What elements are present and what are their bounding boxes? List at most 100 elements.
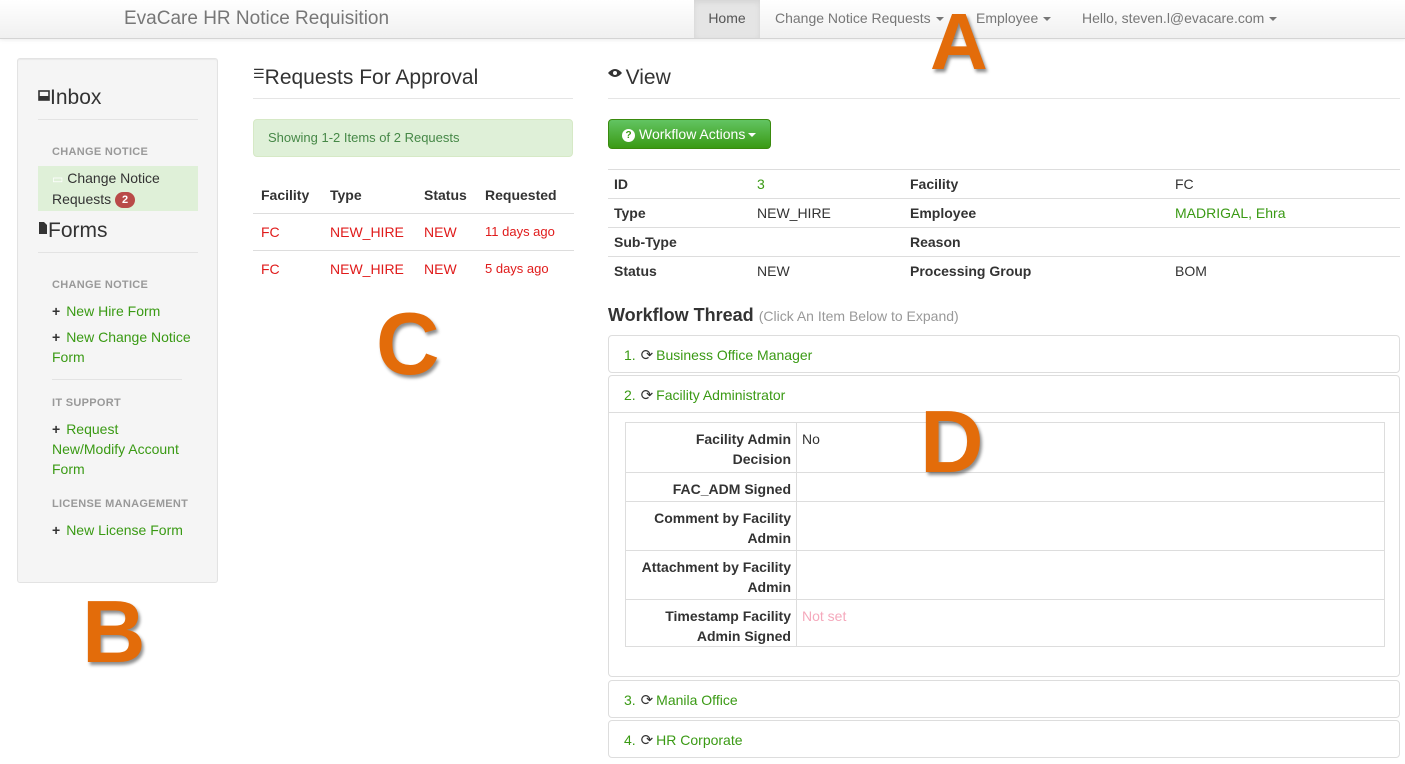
field-label: Comment by Facility Admin — [626, 502, 796, 548]
workflow-step-panel[interactable]: 1. ⟳ Business Office Manager — [608, 335, 1400, 373]
inbox-heading: Inbox — [38, 86, 101, 110]
table-row: Timestamp Facility Admin Signed Not set — [626, 599, 1384, 647]
table-row[interactable]: FC NEW_HIRE NEW 5 days ago — [253, 250, 574, 287]
nav-user-label: Hello, steven.l@evacare.com — [1082, 10, 1265, 26]
annotation-letter-b: B — [82, 582, 146, 681]
cell-type[interactable]: NEW_HIRE — [330, 224, 404, 240]
plus-icon: + — [52, 329, 61, 345]
nav-user-menu[interactable]: Hello, steven.l@evacare.com — [1082, 0, 1278, 38]
field-label-line: Admin Signed — [696, 628, 791, 644]
annotation-letter-c: C — [376, 294, 440, 393]
cell-facility[interactable]: FC — [261, 261, 280, 277]
cell-facility[interactable]: FC — [261, 224, 280, 240]
nav-change-notice-requests[interactable]: Change Notice Requests — [775, 0, 944, 38]
workflow-step-header[interactable]: 3. ⟳ Manila Office — [624, 691, 738, 709]
workflow-step-panel[interactable]: 3. ⟳ Manila Office — [608, 680, 1400, 718]
detail-value-link[interactable]: 3 — [757, 176, 765, 192]
table-row[interactable]: FC NEW_HIRE NEW 11 days ago — [253, 213, 574, 250]
workflow-step-header[interactable]: 1. ⟳ Business Office Manager — [624, 346, 812, 364]
sidebar-link-new-license-form[interactable]: + New License Form — [52, 520, 192, 540]
field-value-placeholder: Not set — [802, 608, 847, 624]
step-label: HR Corporate — [656, 732, 743, 748]
refresh-icon: ⟳ — [640, 732, 654, 749]
app-brand[interactable]: EvaCare HR Notice Requisition — [124, 8, 389, 30]
inbox-title: Inbox — [50, 86, 102, 109]
column-header[interactable]: Status — [424, 187, 467, 203]
workflow-actions-label: Workflow Actions — [639, 126, 746, 142]
workflow-actions-button[interactable]: ? Workflow Actions — [608, 119, 771, 149]
cell-status[interactable]: NEW — [424, 224, 457, 240]
sidebar-link-label: New Hire Form — [66, 303, 161, 319]
detail-row: Type NEW_HIRE Employee MADRIGAL, Ehra — [608, 198, 1400, 227]
list-icon: ☰ — [253, 66, 265, 81]
field-label-line: Timestamp Facility — [665, 608, 791, 624]
detail-label: Sub-Type — [614, 234, 677, 250]
file-icon — [38, 221, 48, 237]
detail-value-link[interactable]: MADRIGAL, Ehra — [1175, 205, 1285, 221]
chevron-down-icon — [748, 133, 757, 138]
cell-type[interactable]: NEW_HIRE — [330, 261, 404, 277]
field-label-line: Attachment by Facility — [641, 559, 791, 575]
field-value: No — [802, 431, 820, 447]
nav-home[interactable]: Home — [694, 0, 760, 38]
detail-value: BOM — [1175, 263, 1207, 279]
annotation-letter-a: A — [930, 0, 988, 86]
cell-border — [796, 502, 797, 550]
field-label-line: Admin — [747, 579, 791, 595]
detail-value: NEW_HIRE — [757, 205, 831, 221]
plus-icon: + — [52, 522, 61, 538]
detail-row: ID 3 Facility FC — [608, 169, 1400, 198]
column-header[interactable]: Facility — [261, 187, 309, 203]
chevron-down-icon — [1269, 17, 1278, 22]
cell-border — [796, 423, 797, 472]
refresh-icon: ⟳ — [640, 692, 654, 709]
field-label-line: Admin — [747, 530, 791, 546]
divider — [253, 98, 573, 99]
forms-heading: Forms — [38, 219, 108, 243]
count-badge: 2 — [115, 192, 136, 208]
detail-value: NEW — [757, 263, 790, 279]
divider — [52, 379, 182, 380]
workflow-step-header[interactable]: 2. ⟳ Facility Administrator — [624, 386, 785, 404]
top-navbar: EvaCare HR Notice Requisition Home Chang… — [0, 0, 1405, 39]
detail-label: Facility — [910, 176, 959, 192]
divider — [608, 98, 1400, 99]
sidebar-link-new-hire-form[interactable]: + New Hire Form — [52, 301, 192, 321]
sidebar-link-label: New Change Notice Form — [52, 329, 191, 365]
cell-border — [796, 551, 797, 599]
annotation-letter-d: D — [920, 392, 984, 491]
refresh-icon: ⟳ — [640, 347, 654, 364]
workflow-step-header[interactable]: 4. ⟳ HR Corporate — [624, 731, 743, 749]
nav-home-label: Home — [708, 10, 746, 26]
plus-icon: + — [52, 421, 61, 437]
workflow-step-panel[interactable]: 4. ⟳ HR Corporate — [608, 720, 1400, 758]
requests-title: ☰Requests For Approval — [253, 66, 478, 90]
sidebar-section-title: CHANGE NOTICE — [52, 279, 149, 291]
workflow-step-panel-expanded[interactable]: 2. ⟳ Facility Administrator Facility Admi… — [608, 375, 1400, 677]
table-row: FAC_ADM Signed — [626, 472, 1384, 501]
column-header[interactable]: Requested — [485, 187, 557, 203]
view-title-text: View — [625, 66, 671, 89]
sidebar-item-label: Change Notice Requests — [52, 170, 160, 207]
cell-status[interactable]: NEW — [424, 261, 457, 277]
detail-row: Sub-Type Reason — [608, 227, 1400, 256]
sidebar-item-change-notice-requests-link[interactable]: ▭ Change Notice Requests 2 — [52, 168, 192, 209]
step-details-table: Facility Admin Decision No FAC_ADM Signed… — [625, 422, 1385, 647]
eye-icon — [608, 66, 626, 81]
sidebar-section-title: LICENSE MANAGEMENT — [52, 498, 189, 510]
divider — [38, 252, 198, 253]
sidebar-link-request-account-form[interactable]: + Request New/Modify Account Form — [52, 419, 192, 479]
cell-requested[interactable]: 5 days ago — [485, 261, 549, 276]
step-number: 1. — [624, 347, 636, 363]
detail-row: Status NEW Processing Group BOM — [608, 256, 1400, 285]
table-row: Facility Admin Decision No — [626, 423, 1384, 472]
detail-label: Employee — [910, 205, 977, 221]
column-header[interactable]: Type — [330, 187, 362, 203]
inbox-icon — [38, 88, 50, 104]
cell-requested[interactable]: 11 days ago — [485, 224, 555, 239]
table-row: Attachment by Facility Admin — [626, 550, 1384, 599]
detail-label: Type — [614, 205, 646, 221]
sidebar-link-label: Request New/Modify Account Form — [52, 421, 179, 477]
chevron-down-icon — [1043, 17, 1052, 22]
sidebar-link-new-change-notice-form[interactable]: + New Change Notice Form — [52, 327, 192, 367]
